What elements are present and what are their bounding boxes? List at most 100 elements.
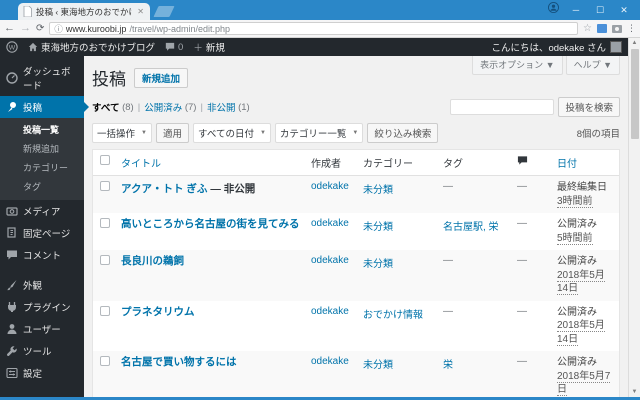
post-title-link[interactable]: 高いところから名古屋の街を見てみる xyxy=(121,218,300,230)
category-link[interactable]: 未分類 xyxy=(363,185,393,196)
avatar xyxy=(610,41,622,53)
sidebar-item-pages[interactable]: 固定ページ xyxy=(0,222,84,244)
row-checkbox[interactable] xyxy=(100,305,110,316)
sidebar-item-comments[interactable]: コメント xyxy=(0,244,84,266)
post-title-link[interactable]: アクア・トト ぎふ xyxy=(121,183,207,195)
back-button[interactable]: ← xyxy=(4,23,15,34)
category-link[interactable]: おでかけ情報 xyxy=(363,310,423,321)
sidebar-item-dashboard[interactable]: ダッシュボード xyxy=(0,60,84,96)
sidebar-item-tools[interactable]: ツール xyxy=(0,340,84,362)
add-new-button[interactable]: 新規追加 xyxy=(134,67,189,88)
category-filter-select[interactable]: カテゴリー一覧 ▼ xyxy=(274,123,364,143)
wp-logo-icon[interactable]: W xyxy=(6,41,18,53)
close-button[interactable]: ✕ xyxy=(612,0,636,20)
author-link[interactable]: odekake xyxy=(311,255,349,266)
view-all-link[interactable]: すべて xyxy=(92,100,119,114)
sidebar-item-media[interactable]: メディア xyxy=(0,200,84,222)
select-all-checkbox[interactable] xyxy=(100,155,110,165)
row-checkbox[interactable] xyxy=(100,356,110,366)
user-icon xyxy=(6,323,18,335)
admin-bar-site-name: 東海地方のおでかけブログ xyxy=(41,43,156,54)
column-title-sort[interactable]: タイトル xyxy=(117,150,307,175)
view-published-link[interactable]: 公開済み xyxy=(144,100,182,114)
row-checkbox[interactable] xyxy=(100,218,110,228)
screen-options-button[interactable]: 表示オプション ▼ xyxy=(472,56,563,75)
camera-extension-icon[interactable] xyxy=(612,24,622,33)
browser-menu-icon[interactable]: ⋮ xyxy=(627,23,636,34)
new-tab-button[interactable] xyxy=(153,6,175,17)
table-row: プラネタリウム odekake おでかけ情報 — — 公開済み 2018年5月1… xyxy=(93,301,619,352)
scroll-up-icon[interactable]: ▲ xyxy=(632,38,638,48)
author-link[interactable]: odekake xyxy=(311,181,349,192)
cell-tags: 栄 xyxy=(439,351,513,376)
sidebar-item-users[interactable]: ユーザー xyxy=(0,318,84,340)
category-link[interactable]: 未分類 xyxy=(363,259,393,270)
submenu-tags[interactable]: タグ xyxy=(0,177,84,196)
post-title-link[interactable]: 名古屋で買い物するには xyxy=(121,356,237,368)
column-comments[interactable] xyxy=(513,150,553,174)
filter-button[interactable]: 絞り込み検索 xyxy=(367,123,439,143)
browser-titlebar: 投稿 ‹ 東海地方のおでかけ ✕ ─ ☐ ✕ xyxy=(0,0,640,20)
view-private-link[interactable]: 非公開 xyxy=(207,100,236,114)
submenu-add-new[interactable]: 新規追加 xyxy=(0,139,84,158)
submenu-categories[interactable]: カテゴリー xyxy=(0,158,84,177)
scrollbar-thumb[interactable] xyxy=(630,49,639,139)
maximize-button[interactable]: ☐ xyxy=(588,0,612,20)
admin-bar-comment-count: 0 xyxy=(178,41,184,53)
admin-bar-site-link[interactable]: 東海地方のおでかけブログ xyxy=(28,40,155,54)
reload-button[interactable]: ⟳ xyxy=(36,23,44,34)
dashboard-icon xyxy=(6,72,18,84)
admin-bar-account[interactable]: こんにちは、odekake さん xyxy=(491,40,622,54)
address-bar[interactable]: ⓘ www.kuroobi.jp/travel/wp-admin/edit.ph… xyxy=(49,22,579,35)
chevron-down-icon: ▼ xyxy=(352,130,359,136)
admin-bar-new[interactable]: ＋ 新規 xyxy=(193,40,225,54)
view-published-count: (7) xyxy=(184,101,197,113)
category-link[interactable]: 未分類 xyxy=(363,360,393,371)
author-link[interactable]: odekake xyxy=(311,356,349,367)
tags-value: — xyxy=(443,255,453,266)
tab-title: 投稿 ‹ 東海地方のおでかけ xyxy=(36,6,133,17)
page-title: 投稿 xyxy=(92,70,126,89)
admin-bar-greeting: こんにちは、odekake さん xyxy=(491,43,606,54)
tab-close-icon[interactable]: ✕ xyxy=(136,7,145,16)
search-posts-button[interactable]: 投稿を検索 xyxy=(558,97,620,117)
tags-value[interactable]: 名古屋駅, 栄 xyxy=(443,222,499,233)
url-path: /travel/wp-admin/edit.php xyxy=(129,23,230,34)
browser-toolbar: ← → ⟳ ⓘ www.kuroobi.jp/travel/wp-admin/e… xyxy=(0,20,640,38)
tags-value[interactable]: 栄 xyxy=(443,360,453,371)
profile-icon[interactable] xyxy=(542,0,564,20)
scroll-down-icon[interactable]: ▼ xyxy=(632,387,638,397)
browser-window: 投稿 ‹ 東海地方のおでかけ ✕ ─ ☐ ✕ ← → ⟳ ⓘ www.kuroo… xyxy=(0,0,640,400)
sidebar-item-appearance[interactable]: 外観 xyxy=(0,274,84,296)
page-info-icon[interactable]: ⓘ xyxy=(54,23,63,35)
category-link[interactable]: 未分類 xyxy=(363,222,393,233)
minimize-button[interactable]: ─ xyxy=(564,0,588,20)
sidebar-item-plugins[interactable]: プラグイン xyxy=(0,296,84,318)
extension-icon[interactable] xyxy=(597,24,607,33)
comments-value: — xyxy=(517,305,527,317)
author-link[interactable]: odekake xyxy=(311,218,349,229)
cell-tags: — xyxy=(439,176,513,197)
column-date-sort[interactable]: 日付 xyxy=(553,150,619,175)
apply-button[interactable]: 適用 xyxy=(155,123,189,143)
post-title-link[interactable]: 長良川の鵜飼 xyxy=(121,255,184,267)
help-button[interactable]: ヘルプ ▼ xyxy=(565,56,620,75)
submenu-all-posts[interactable]: 投稿一覧 xyxy=(0,120,84,139)
bookmark-star-icon[interactable]: ☆ xyxy=(583,23,592,34)
table-body: アクア・トト ぎふ — 非公開 odekake 未分類 — — 最終編集日 3時… xyxy=(93,176,619,397)
sidebar-item-posts[interactable]: 投稿 xyxy=(0,96,89,118)
post-title-link[interactable]: プラネタリウム xyxy=(121,306,195,318)
browser-tab[interactable]: 投稿 ‹ 東海地方のおでかけ ✕ xyxy=(18,3,150,20)
sidebar-item-settings[interactable]: 設定 xyxy=(0,362,84,384)
row-checkbox[interactable] xyxy=(100,255,110,265)
date-filter-select[interactable]: すべての日付 ▼ xyxy=(192,123,271,143)
page-scrollbar[interactable]: ▲ ▼ xyxy=(628,38,640,397)
row-checkbox[interactable] xyxy=(100,181,110,191)
search-posts-input[interactable] xyxy=(450,99,555,115)
post-status-text: 公開済み xyxy=(557,357,597,368)
author-link[interactable]: odekake xyxy=(311,306,349,317)
admin-bar-comments[interactable]: 0 xyxy=(165,42,183,53)
forward-button[interactable]: → xyxy=(20,23,31,34)
tags-value: — xyxy=(443,305,453,317)
bulk-actions-select[interactable]: 一括操作 ▼ xyxy=(92,123,152,143)
